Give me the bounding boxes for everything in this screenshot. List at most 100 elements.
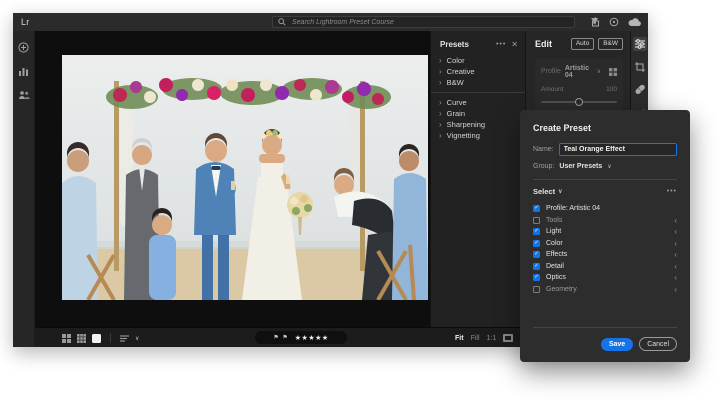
chevron-right-icon: › [439,67,442,76]
checkbox[interactable] [533,205,540,212]
preset-group-color[interactable]: › Color [431,55,525,66]
amount-value: 100 [606,86,617,93]
chevron-right-icon: › [439,131,442,140]
setting-row-light[interactable]: Light ‹ [533,226,677,238]
collapse-chevron-icon[interactable]: ‹ [674,216,677,225]
cancel-button[interactable]: Cancel [639,337,677,351]
rating-pill: ⚑ ⚑ ★★★★★ [255,331,347,344]
presets-panel-title: Presets [440,40,469,49]
fit-button[interactable]: Fit [455,335,464,342]
photo-wedding-scene[interactable] [62,55,428,300]
collapse-chevron-icon[interactable]: ‹ [674,239,677,248]
crop-icon[interactable] [633,60,647,74]
collapse-chevron-icon[interactable]: ‹ [674,273,677,282]
save-button[interactable]: Save [601,338,633,351]
preset-group-label: Vignetting [447,131,480,140]
edit-sliders-icon[interactable] [633,37,647,51]
setting-label: Profile: Artistic 04 [546,205,600,212]
name-label: Name: [533,146,554,153]
collapse-chevron-icon[interactable]: ‹ [674,227,677,236]
profile-section: Profile Artistic 04 ∨ Amount 100 [535,59,623,114]
fill-button[interactable]: Fill [471,335,480,342]
checkbox[interactable] [533,274,540,281]
preset-group-sharpening[interactable]: › Sharpening [431,119,525,130]
search-bar[interactable] [272,16,575,28]
preset-name-input[interactable] [559,143,677,156]
checkbox[interactable] [533,240,540,247]
my-photos-icon[interactable] [18,66,29,77]
checkbox[interactable] [533,217,540,224]
preset-settings-list: Profile: Artistic 04 ‹ Tools ‹ Light ‹ C… [533,203,677,295]
presets-panel: Presets ••• ✕ › Color › Creative › [430,31,525,327]
preset-group-label: Curve [447,98,467,107]
left-sidebar [13,31,35,347]
presets-close-icon[interactable]: ✕ [511,40,518,49]
dialog-menu-icon[interactable]: ••• [667,188,677,195]
star-rating[interactable]: ★★★★★ [295,334,329,342]
setting-row-color[interactable]: Color ‹ [533,238,677,250]
chevron-down-icon: ∨ [558,188,562,195]
profile-value[interactable]: Artistic 04 [565,65,593,79]
chevron-right-icon: › [439,56,442,65]
cloud-icon[interactable] [628,18,641,27]
photo-canvas-area [35,31,430,327]
amount-label: Amount [541,86,563,93]
bw-button[interactable]: B&W [598,38,623,50]
collapse-chevron-icon[interactable]: ‹ [674,285,677,294]
divider [533,179,677,180]
add-photos-icon[interactable] [18,42,29,53]
preset-group-grain[interactable]: › Grain [431,108,525,119]
profile-grid-icon[interactable] [609,68,617,76]
setting-label: Tools [546,217,562,224]
chevron-right-icon: › [439,98,442,107]
shared-photos-icon[interactable] [18,90,30,100]
preset-group-curve[interactable]: › Curve [431,97,525,108]
setting-row-profile[interactable]: Profile: Artistic 04 ‹ [533,203,677,215]
setting-row-effects[interactable]: Effects ‹ [533,249,677,261]
setting-row-optics[interactable]: Optics ‹ [533,272,677,284]
detail-view-icon[interactable] [92,334,101,343]
square-grid-view-icon[interactable] [77,334,86,343]
edit-panel-title: Edit [535,39,567,49]
search-input[interactable] [290,18,569,27]
setting-label: Color [546,240,563,247]
ratio-button[interactable]: 1:1 [487,335,497,342]
sync-status-icon[interactable] [609,17,619,27]
checkbox[interactable] [533,263,540,270]
group-value[interactable]: User Presets [559,163,602,170]
collapse-chevron-icon[interactable]: ‹ [674,262,677,271]
slider-knob[interactable] [575,98,583,106]
preset-group-label: Creative [447,67,475,76]
setting-row-detail[interactable]: Detail ‹ [533,261,677,273]
lightroom-logo: Lr [21,17,30,27]
setting-label: Geometry [546,286,577,293]
healing-brush-icon[interactable] [633,83,647,97]
sort-icon[interactable] [120,335,129,342]
setting-row-geometry[interactable]: Geometry ‹ [533,284,677,296]
checkbox[interactable] [533,286,540,293]
auto-button[interactable]: Auto [571,38,594,50]
collapse-chevron-icon[interactable]: ‹ [674,250,677,259]
share-icon[interactable] [591,17,600,27]
presets-menu-icon[interactable]: ••• [496,41,506,48]
amount-slider[interactable] [541,98,617,106]
flag-icons[interactable]: ⚑ ⚑ [273,334,288,341]
search-icon [278,18,286,26]
setting-label: Light [546,228,561,235]
preset-group-bw[interactable]: › B&W [431,77,525,88]
divider [110,333,111,343]
setting-label: Effects [546,251,567,258]
profile-label: Profile [541,68,561,75]
grid-view-icon[interactable] [62,334,71,343]
select-dropdown[interactable]: Select [533,187,555,196]
checkbox[interactable] [533,228,540,235]
chevron-down-icon: ∨ [607,163,611,170]
preset-group-creative[interactable]: › Creative [431,66,525,77]
preset-group-vignetting[interactable]: › Vignetting [431,130,525,141]
setting-row-tools[interactable]: Tools ‹ [533,215,677,227]
group-label: Group: [533,163,554,170]
preset-group-label: Grain [447,109,465,118]
setting-label: Detail [546,263,564,270]
zoom-view-icon[interactable] [503,334,513,342]
checkbox[interactable] [533,251,540,258]
